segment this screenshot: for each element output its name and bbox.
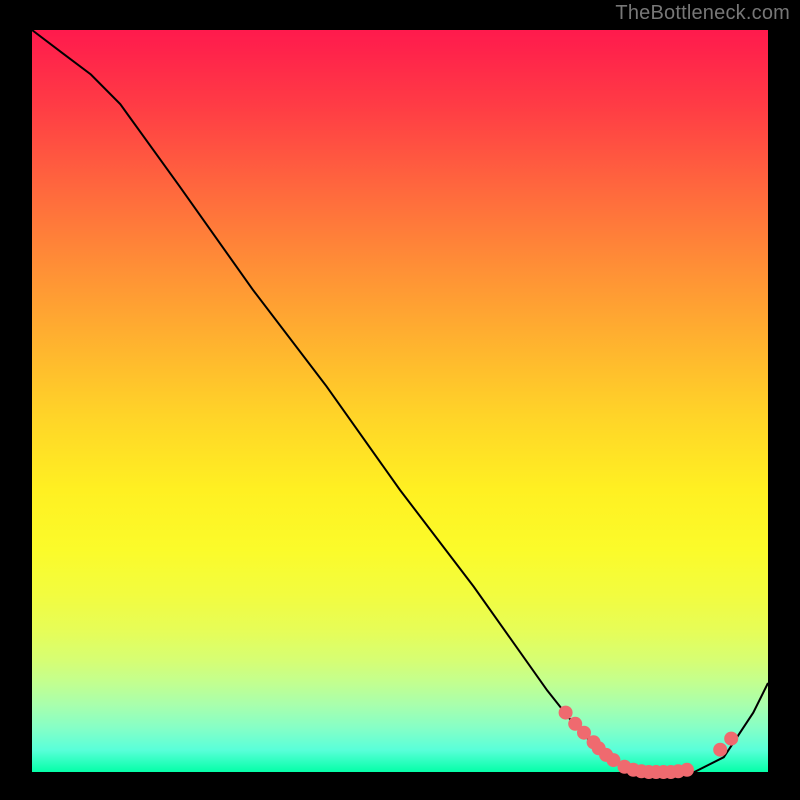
curve-layer [32, 30, 768, 772]
attribution-text: TheBottleneck.com [615, 2, 790, 25]
chart-frame: TheBottleneck.com [0, 0, 800, 800]
highlight-dot [713, 743, 727, 757]
highlight-dot [724, 732, 738, 746]
highlight-dots-group [559, 706, 739, 779]
plot-area [32, 30, 768, 772]
highlight-dot [680, 763, 694, 777]
bottleneck-curve [32, 30, 768, 772]
highlight-dot [559, 706, 573, 720]
